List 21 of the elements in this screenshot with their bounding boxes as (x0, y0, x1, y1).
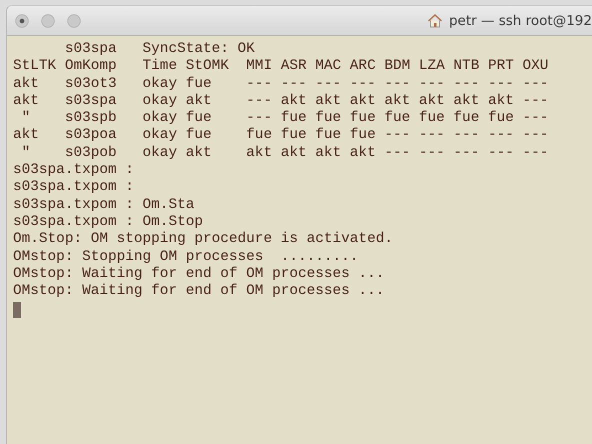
terminal-line: " s03pob okay akt akt akt akt akt --- --- --- --- --- (20, 144, 548, 162)
terminal-line: Om.Stop: OM stopping procedure is activated. (13, 231, 393, 249)
terminal-line: StLTK OmKomp Time StOMK MMI ASR MAC ARC BDM LZA NTB PRT OXU (13, 58, 548, 76)
house-icon (426, 12, 443, 28)
terminal-line: s03spa SyncState: OK (64, 41, 255, 58)
terminal-line: s03spa.txpom : (13, 179, 134, 197)
terminal-line: " s03spb okay fue --- fue fue fue fue fue fue fue --- (20, 110, 548, 128)
window-title: petr — ssh root@192 (448, 12, 592, 28)
terminal-line: akt s03poa okay fue fue fue fue fue --- --- --- --- --- (13, 127, 548, 145)
terminal-line: s03spa.txpom : Om.Stop (13, 214, 203, 232)
terminal-line: akt s03ot3 okay fue --- --- --- --- --- --- --- --- --- (13, 76, 548, 93)
terminal-line: OMstop: Waiting for end of OM processes ... (13, 266, 384, 284)
terminal-line: OMstop: Waiting for end of OM processes ... (13, 283, 384, 300)
terminal-line: OMstop: Stopping OM processes ......... (13, 248, 358, 266)
terminal-line: akt s03spa okay akt --- akt akt akt akt akt akt akt --- (13, 92, 548, 110)
close-button[interactable] (15, 14, 29, 28)
terminal-line: s03spa.txpom : Om.Sta (13, 196, 194, 214)
minimize-button[interactable] (41, 14, 55, 28)
text-cursor (13, 302, 21, 318)
zoom-button[interactable] (67, 14, 81, 28)
terminal-line: s03spa.txpom : (13, 162, 134, 180)
